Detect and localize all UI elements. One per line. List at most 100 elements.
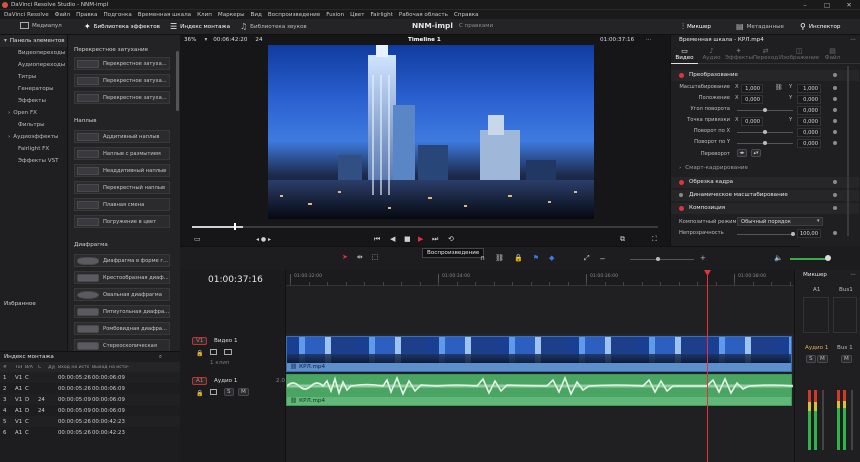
opacity-slider[interactable] [737,234,793,235]
reset-dot-icon[interactable] [833,97,837,101]
param-value-y[interactable]: 0,000 [797,95,821,104]
menu-item[interactable]: Правка [76,12,97,18]
inspector-tab[interactable]: ⇄ Переход [752,45,779,64]
tree-item[interactable]: Эффекты [0,95,67,107]
inspector-button[interactable]: ⚲ Инспектор [800,22,841,31]
lock-icon[interactable]: 🔒 [514,254,523,262]
reset-dot-icon[interactable] [833,231,837,235]
inspector-section[interactable]: Композиция [671,203,859,214]
minimize-button[interactable]: – [794,1,816,9]
tree-item[interactable]: › Аудиоэффекты [0,131,67,143]
fader-a1[interactable] [822,390,824,450]
close-button[interactable]: ✕ [838,1,860,9]
effect-item[interactable]: Неаддитивный наплыв [74,164,170,177]
effect-item[interactable]: Аддитивный наплыв [74,130,170,143]
master-volume-slider[interactable] [790,258,830,260]
link-icon[interactable]: ⛓ [775,84,783,91]
column-header[interactable]: Том [12,365,22,370]
column-header[interactable]: # [0,365,12,370]
enabled-dot-icon[interactable] [679,73,684,78]
menu-item[interactable]: Fairlight [370,12,392,18]
effect-item[interactable]: Крестообразная диаф... [74,271,170,284]
inspector-scrollbar[interactable] [847,66,849,236]
track-a1-badge[interactable]: A1 [192,377,208,385]
table-row[interactable]: 2 A1 С 00:00:05:26 00:00:06:09 [0,383,180,394]
stop-icon[interactable]: ■ [404,235,411,243]
tree-item[interactable]: Фильтры [0,119,67,131]
zoom-fit-icon[interactable]: ⤢ [584,254,590,263]
auto-select-icon[interactable] [210,349,217,355]
flag-icon[interactable]: ⚑ [533,254,539,262]
play-reverse-icon[interactable]: ◀ [390,235,395,243]
blade-tool-icon[interactable]: ⬚ [372,253,379,261]
jog-control[interactable]: ◂ ● ▸ [256,236,271,243]
effect-item[interactable]: Овальная диафрагма [74,288,170,301]
zoom-slider-handle[interactable] [656,257,660,261]
favorites-label[interactable]: Избранное [4,301,36,307]
param-value-x[interactable]: 0,000 [741,117,763,126]
opacity-value[interactable]: 100,00 [797,229,821,238]
loop-icon[interactable]: ⟲ [448,235,454,243]
table-row[interactable]: 3 V1 D 24 00:00:05:09 00:00:06:09 [0,394,180,405]
inspector-section[interactable]: Обрезка кадра [671,177,859,188]
tree-item[interactable]: Генераторы [0,83,67,95]
inspector-tab[interactable]: ◫ Изображение [779,45,819,64]
column-header[interactable]: С [35,365,45,370]
options-icon[interactable]: ⋯ [850,272,856,278]
volume-icon[interactable]: 🔈 [774,254,783,262]
menu-item[interactable]: Маркеры [218,12,245,18]
flip-horizontal-button[interactable]: ◂▸ [737,149,747,157]
reset-dot-icon[interactable] [833,86,837,90]
param-value-x[interactable]: 1,000 [741,84,763,93]
media-pool-button[interactable]: Медиапул [20,22,62,29]
track-v1-badge[interactable]: V1 [192,337,208,345]
inspector-tab[interactable]: ▭ Видео [671,45,698,64]
zoom-slider[interactable] [630,259,694,260]
auto-select-icon[interactable] [210,389,217,395]
search-icon[interactable]: ⌕ [159,354,162,361]
edit-index-button[interactable]: ☰ Индекс монтажа [170,22,230,31]
param-value[interactable]: 0,000 [797,128,821,137]
mute-button[interactable]: M [238,388,249,396]
menu-item[interactable]: Файл [55,12,70,18]
sound-library-button[interactable]: ♫ Библиотека звуков [240,22,307,31]
monitor-icon[interactable] [224,349,232,355]
link-icon[interactable]: ⛓ [495,254,504,262]
lock-icon[interactable]: 🔒 [196,350,203,357]
scrubber-handle[interactable] [234,223,236,230]
param-slider-handle[interactable] [763,141,767,145]
fullscreen-icon[interactable]: ⛶ [652,235,657,244]
table-row[interactable]: 1 V1 С 00:00:05:26 00:00:06:09 [0,372,180,383]
column-header[interactable]: Выход на источн [89,365,129,370]
play-icon[interactable]: ▶ [418,235,423,243]
playhead[interactable] [707,270,708,462]
flip-vertical-button[interactable]: ▴▾ [751,149,761,157]
options-icon[interactable]: ⋯ [850,37,856,43]
mixer-button[interactable]: ⫶ Микшер [682,22,711,32]
menu-item[interactable]: Вид [251,12,262,18]
tree-item[interactable]: › Open FX [0,107,67,119]
skip-start-icon[interactable]: ⏮ [374,235,380,244]
tree-item[interactable]: Аудиопереходы [0,59,67,71]
disabled-dot-icon[interactable] [679,193,683,197]
menu-item[interactable]: Клип [197,12,212,18]
reset-dot-icon[interactable] [833,130,837,134]
viewer-scrubber[interactable] [192,226,658,228]
effect-item[interactable]: Пятиугольная диафра... [74,305,170,318]
effect-item[interactable]: Перекрестное затуха... [74,57,170,70]
fader-bus[interactable] [851,390,853,450]
inspector-tab[interactable]: ✦ Эффекты [725,45,753,64]
param-value-y[interactable]: 0,000 [797,117,821,126]
zoom-level[interactable]: 36% [184,37,196,43]
reset-dot-icon[interactable] [833,141,837,145]
table-row[interactable]: 6 A1 С 00:00:05:26 00:00:42:23 [0,427,180,438]
table-row[interactable]: 4 A1 D 24 00:00:05:09 00:00:06:09 [0,405,180,416]
reset-dot-icon[interactable] [833,119,837,123]
effects-library-button[interactable]: ✦ Библиотека эффектов [84,22,160,31]
inspector-section[interactable]: Динамическое масштабирование [671,190,859,201]
skip-end-icon[interactable]: ⏭ [432,235,438,244]
table-row[interactable]: 5 V1 С 00:00:05:26 00:00:42:23 [0,416,180,427]
param-value-x[interactable]: 0,000 [741,95,763,104]
master-volume-handle[interactable] [825,255,831,261]
bus-mute-button[interactable]: M [841,355,852,363]
